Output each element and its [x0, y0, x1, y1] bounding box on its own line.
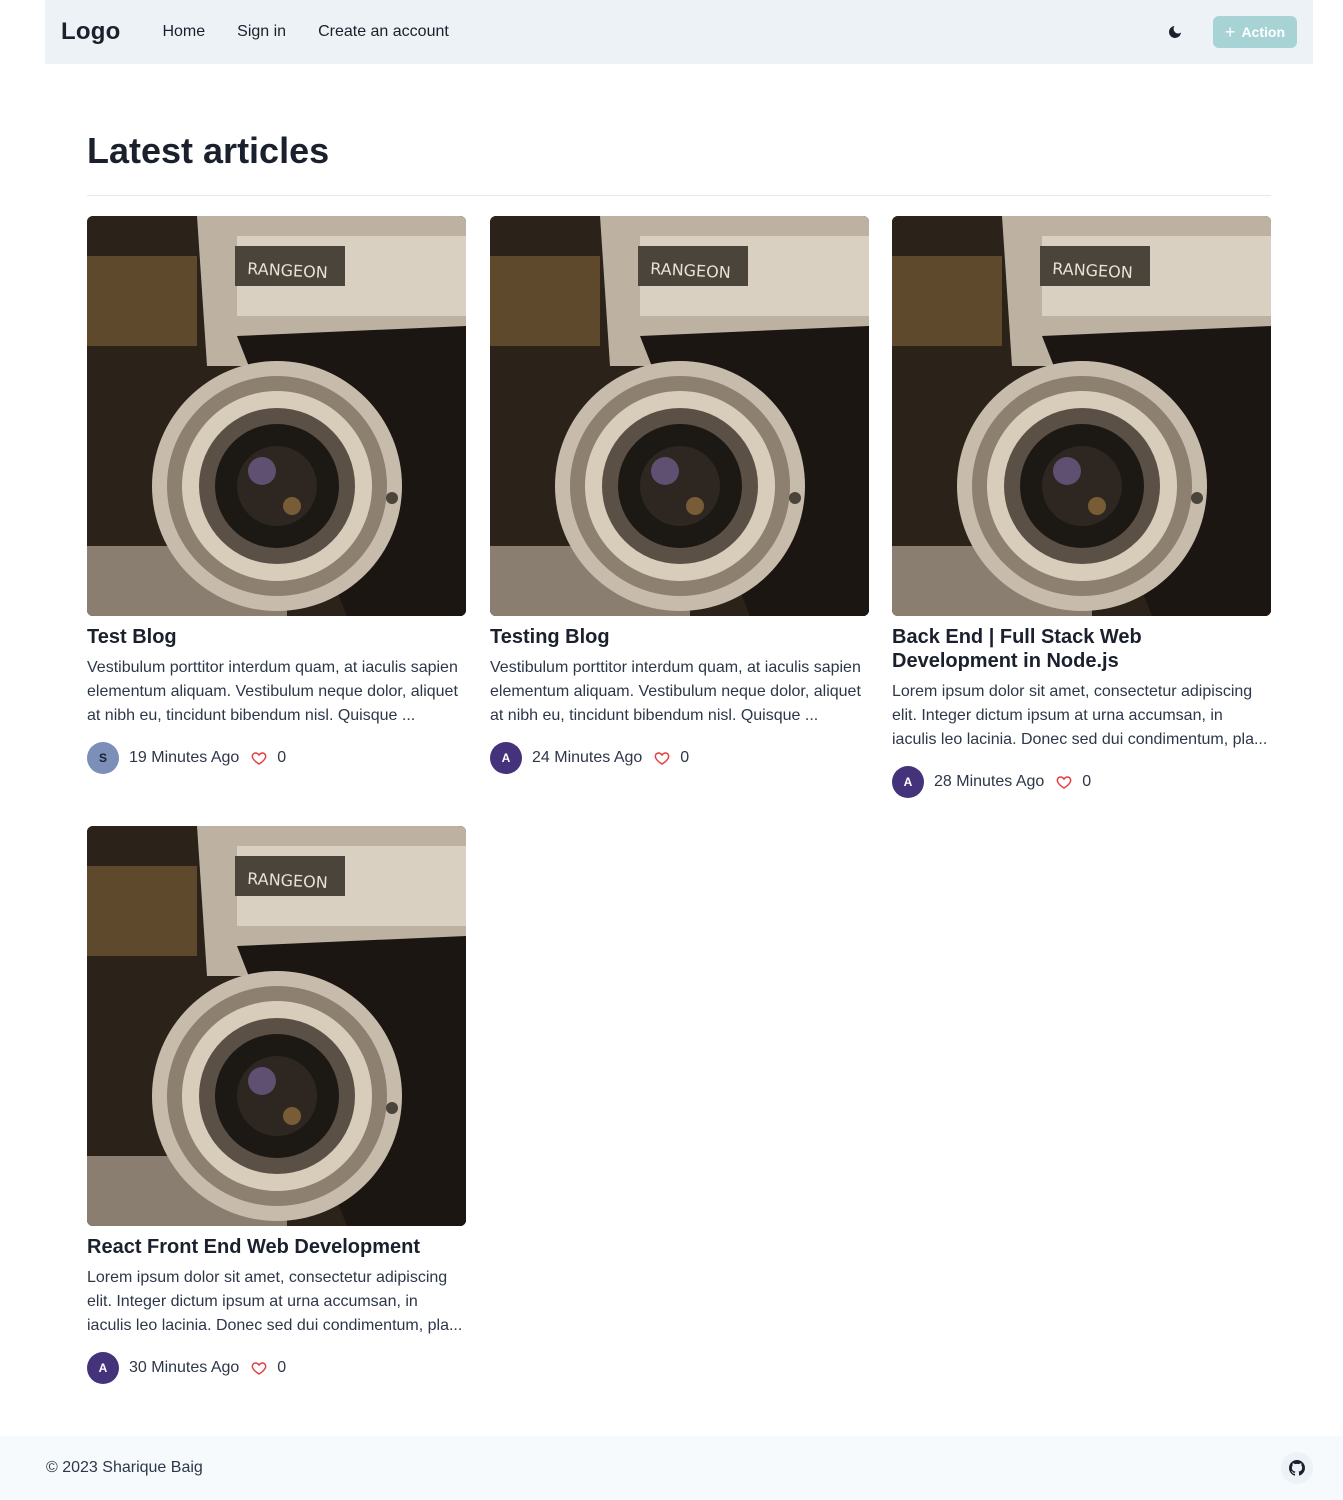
action-button[interactable]: + Action	[1212, 16, 1297, 48]
footer-copyright: © 2023 Sharique Baig	[46, 1459, 203, 1476]
like-count: 0	[277, 749, 287, 766]
article-time: 30 Minutes Ago	[129, 1359, 240, 1376]
article-excerpt: Lorem ipsum dolor sit amet, consectetur …	[87, 1269, 463, 1334]
article-card[interactable]: Test Blog Vestibulum porttitor interdum …	[87, 216, 466, 774]
like-count: 0	[277, 1359, 287, 1376]
article-meta: S 19 Minutes Ago 0	[87, 742, 466, 774]
article-time: 24 Minutes Ago	[532, 749, 643, 766]
article-title[interactable]: React Front End Web Development	[87, 1235, 466, 1259]
avatar[interactable]: A	[892, 766, 924, 798]
heart-icon[interactable]	[1056, 774, 1072, 790]
article-meta: A 24 Minutes Ago 0	[490, 742, 869, 774]
avatar[interactable]: A	[87, 1352, 119, 1384]
like-count: 0	[1082, 773, 1092, 790]
article-title[interactable]: Testing Blog	[490, 625, 869, 649]
action-button-label: Action	[1241, 24, 1285, 40]
article-title[interactable]: Test Blog	[87, 625, 466, 649]
github-link[interactable]	[1281, 1452, 1313, 1484]
article-card[interactable]: Back End | Full Stack Web Development in…	[892, 216, 1271, 798]
nav-link-create-account[interactable]: Create an account	[318, 23, 449, 41]
article-card[interactable]: React Front End Web Development Lorem ip…	[87, 826, 466, 1384]
nav-link-home[interactable]: Home	[162, 23, 205, 41]
logo[interactable]: Logo	[61, 18, 120, 46]
article-time: 19 Minutes Ago	[129, 749, 240, 766]
article-title[interactable]: Back End | Full Stack Web Development in…	[892, 625, 1271, 673]
camera-photo	[490, 216, 869, 616]
article-meta: A 28 Minutes Ago 0	[892, 766, 1271, 798]
article-excerpt: Vestibulum porttitor interdum quam, at i…	[87, 659, 458, 724]
heart-icon[interactable]	[251, 1360, 267, 1376]
plus-icon: +	[1224, 22, 1236, 42]
article-meta: A 30 Minutes Ago 0	[87, 1352, 466, 1384]
article-excerpt: Vestibulum porttitor interdum quam, at i…	[490, 659, 861, 724]
page-title: Latest articles	[87, 130, 330, 171]
article-image[interactable]	[87, 216, 466, 616]
github-icon	[1289, 1460, 1305, 1476]
camera-photo	[87, 826, 466, 1226]
avatar[interactable]: A	[490, 742, 522, 774]
camera-photo	[87, 216, 466, 616]
article-excerpt: Lorem ipsum dolor sit amet, consectetur …	[892, 683, 1268, 748]
dark-mode-toggle[interactable]	[1155, 12, 1195, 52]
article-time: 28 Minutes Ago	[934, 773, 1045, 790]
article-image[interactable]	[87, 826, 466, 1226]
like-count: 0	[680, 749, 690, 766]
page-footer: © 2023 Sharique Baig	[0, 1436, 1343, 1500]
top-navbar: Logo Home Sign in Create an account + Ac…	[45, 0, 1313, 64]
nav-link-sign-in[interactable]: Sign in	[237, 23, 286, 41]
camera-photo	[892, 216, 1271, 616]
heart-icon[interactable]	[654, 750, 670, 766]
article-image[interactable]	[490, 216, 869, 616]
heart-icon[interactable]	[251, 750, 267, 766]
article-image[interactable]	[892, 216, 1271, 616]
title-divider	[87, 195, 1271, 196]
moon-icon	[1168, 26, 1181, 38]
article-card[interactable]: Testing Blog Vestibulum porttitor interd…	[490, 216, 869, 774]
avatar[interactable]: S	[87, 742, 119, 774]
